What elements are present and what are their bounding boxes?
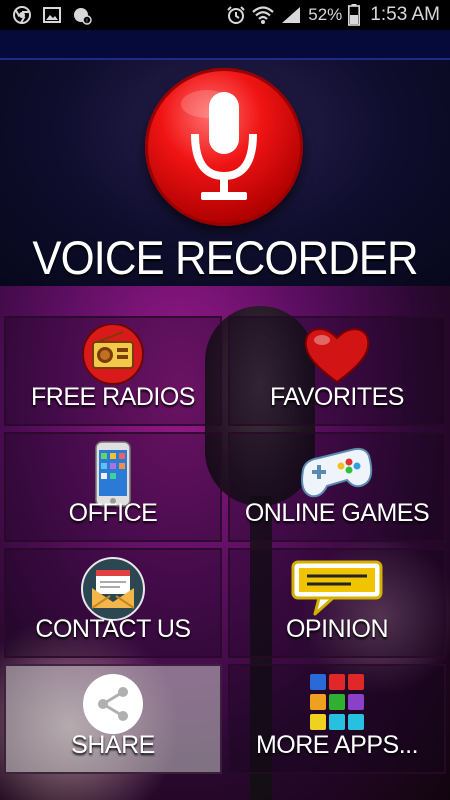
free-radios-label: FREE RADIOS: [31, 383, 195, 411]
office-button[interactable]: OFFICE: [4, 432, 222, 542]
status-icons: 52% 1:53 AM: [226, 4, 440, 26]
free-radios-button[interactable]: FREE RADIOS: [4, 316, 222, 426]
more-apps-button[interactable]: MORE APPS...: [228, 664, 446, 774]
signal-icon: [282, 7, 301, 23]
microphone-icon: [145, 68, 303, 226]
status-bar: ! 52% 1:53 AM: [0, 0, 450, 30]
battery-percent: 52%: [308, 5, 343, 24]
contact-us-label: CONTACT US: [35, 615, 191, 643]
top-banner-strip: [0, 30, 450, 58]
share-label: SHARE: [71, 731, 155, 759]
smartphone-icon: [95, 441, 131, 507]
favorites-label: FAVORITES: [270, 383, 404, 411]
gamepad-icon: [301, 447, 373, 498]
menu-grid: FREE RADIOS FAVORITES OFFICE ONLINE GAME…: [0, 286, 450, 800]
speech-bubble-icon: [291, 560, 383, 616]
clock: 1:53 AM: [370, 4, 440, 25]
office-label: OFFICE: [68, 499, 158, 527]
battery-icon: [348, 4, 361, 26]
online-games-label: ONLINE GAMES: [244, 499, 430, 527]
favorites-button[interactable]: FAVORITES: [228, 316, 446, 426]
heart-icon: [304, 328, 370, 384]
opinion-label: OPINION: [285, 615, 389, 643]
app-grid-icon: [310, 674, 364, 730]
contact-us-button[interactable]: CONTACT US: [4, 548, 222, 658]
more-apps-label: MORE APPS...: [255, 731, 419, 759]
app-header: VOICE RECORDER PRO: [0, 60, 450, 339]
notification-icons: !: [12, 5, 92, 25]
share-icon: [83, 674, 143, 734]
alarm-icon: [227, 6, 245, 24]
wifi-icon: [252, 6, 274, 24]
share-button[interactable]: SHARE: [4, 664, 222, 774]
gallery-icon: [43, 7, 61, 23]
chrome-icon: [13, 6, 31, 24]
mail-envelope-icon: [81, 557, 145, 621]
opinion-button[interactable]: OPINION: [228, 548, 446, 658]
online-games-button[interactable]: ONLINE GAMES: [228, 432, 446, 542]
app-notification-icon: !: [74, 8, 92, 25]
radio-icon: [82, 324, 144, 385]
